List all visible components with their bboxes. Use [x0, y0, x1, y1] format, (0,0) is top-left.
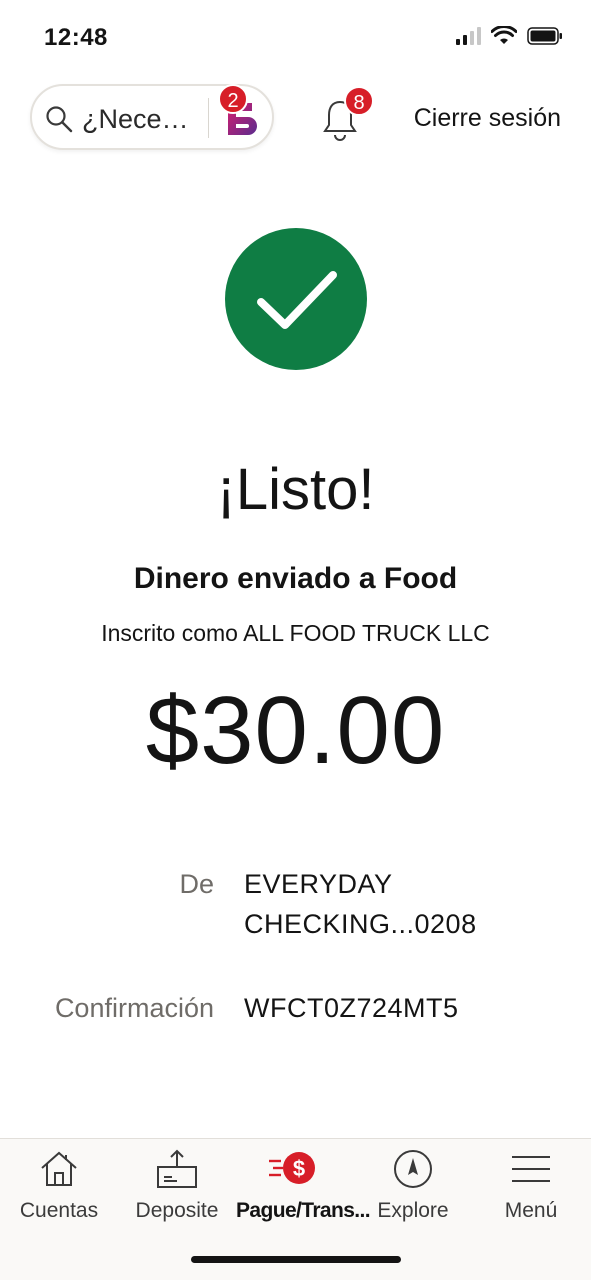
- success-check-icon: [225, 228, 367, 370]
- status-time: 12:48: [44, 24, 108, 51]
- home-indicator: [191, 1256, 401, 1263]
- confirmation-number: WFCT0Z724MT5: [244, 993, 459, 1023]
- tab-deposite[interactable]: Deposite: [118, 1147, 236, 1247]
- from-label: De: [179, 869, 214, 899]
- home-icon: [41, 1151, 77, 1186]
- notifications-badge: 8: [344, 86, 374, 116]
- tab-explore[interactable]: Explore: [354, 1147, 472, 1247]
- tab-label: Menú: [504, 1199, 558, 1222]
- search-input[interactable]: ¿Nece…: [82, 104, 189, 135]
- search-icon: [46, 106, 73, 133]
- divider: [208, 98, 209, 138]
- battery-icon: [527, 27, 562, 45]
- status-bar: 12:48: [0, 0, 591, 70]
- deposit-icon: [157, 1149, 197, 1188]
- wifi-icon: [491, 26, 517, 44]
- hamburger-menu-icon: [512, 1156, 550, 1182]
- svg-text:$: $: [293, 1156, 305, 1181]
- tab-pague-trans[interactable]: $ Pague/Trans...: [236, 1147, 371, 1247]
- confirmation-label: Confirmación: [54, 993, 214, 1023]
- compass-icon: [394, 1150, 432, 1188]
- tab-label: Pague/Trans...: [236, 1199, 371, 1222]
- tab-label: Cuentas: [19, 1199, 99, 1222]
- success-title: ¡Listo!: [216, 457, 375, 522]
- top-header: ¿Nece… 2 8 Cierre sesión: [0, 82, 591, 154]
- from-account: EVERYDAY CHECKING...0208: [244, 869, 477, 939]
- assistant-badge: 2: [218, 84, 248, 114]
- cellular-signal-icon: [456, 27, 481, 45]
- enrolled-name: Inscrito como ALL FOOD TRUCK LLC: [101, 620, 490, 646]
- tab-label: Explore: [377, 1199, 449, 1222]
- recipient-heading: Dinero enviado a Food: [133, 562, 458, 595]
- tab-label: Deposite: [135, 1199, 219, 1222]
- tab-menu[interactable]: Menú: [472, 1147, 590, 1247]
- pay-transfer-icon: $: [269, 1152, 315, 1184]
- status-icons: [456, 26, 563, 46]
- amount-sent: $30.00: [145, 677, 446, 784]
- tab-cuentas[interactable]: Cuentas: [0, 1147, 118, 1247]
- logout-link[interactable]: Cierre sesión: [414, 104, 561, 133]
